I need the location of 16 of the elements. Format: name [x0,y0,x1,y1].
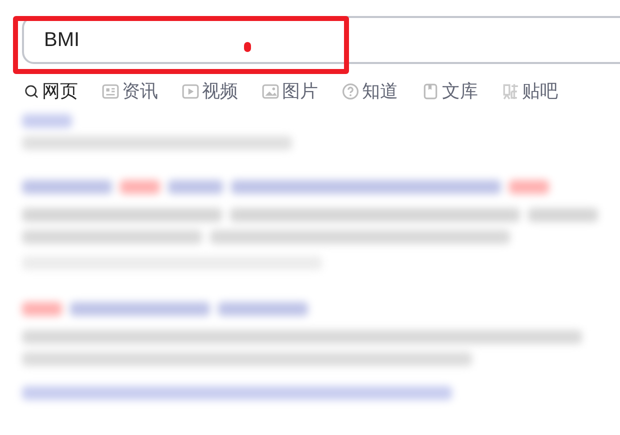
search-tab[interactable]: 贴吧 [502,78,558,104]
question-icon [342,82,359,100]
search-query: BMI [44,28,80,53]
image-icon [262,82,279,100]
search-tab[interactable]: 资讯 [102,78,158,104]
search-tab[interactable]: 文库 [422,78,478,104]
search-tab[interactable]: 网页 [24,78,78,104]
search-field[interactable]: BMI [22,16,620,64]
search-tab[interactable]: 视频 [182,78,238,104]
search-tab[interactable]: 知道 [342,78,398,104]
search-icon [24,84,39,98]
newspaper-icon [102,82,119,100]
play-icon [182,82,199,100]
document-icon [422,82,439,100]
tieba-icon [502,82,519,100]
search-tab[interactable]: 图片 [262,78,318,104]
